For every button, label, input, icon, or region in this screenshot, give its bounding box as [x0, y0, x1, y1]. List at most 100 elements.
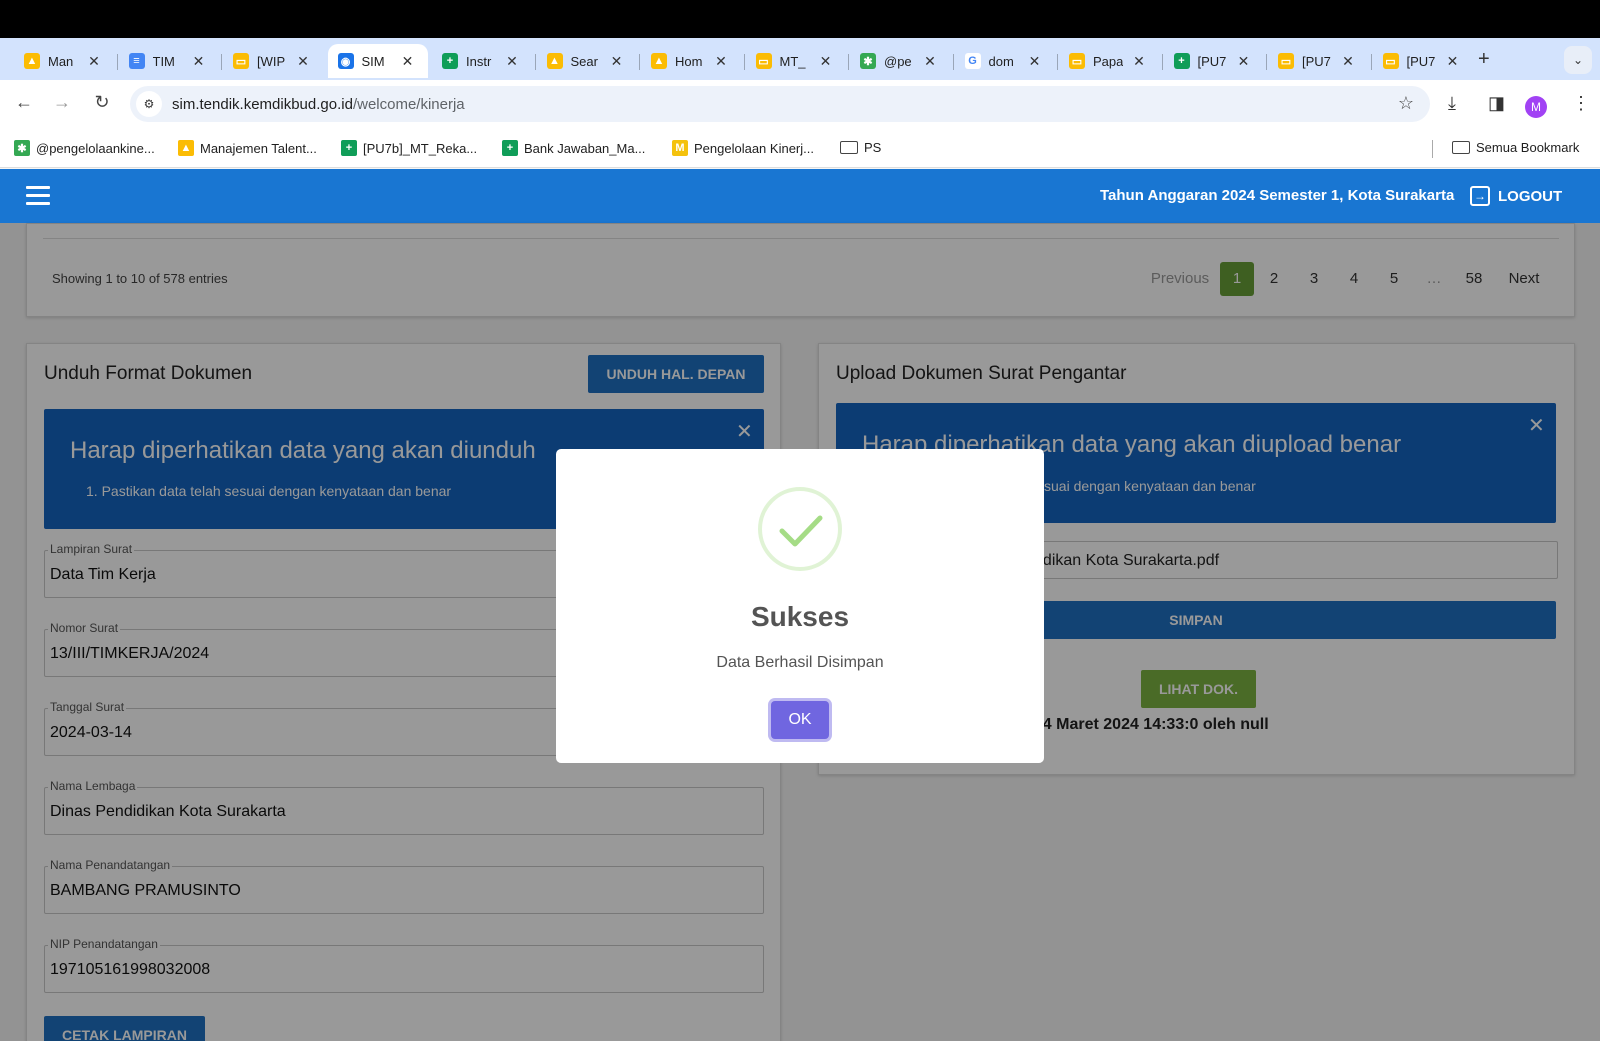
tab-title: [WIP [257, 53, 286, 69]
close-tab-icon[interactable]: ✕ [922, 53, 938, 70]
app-header: Tahun Anggaran 2024 Semester 1, Kota Sur… [0, 169, 1600, 223]
tab-separator [221, 54, 222, 70]
bookmark-icon: ▲ [178, 140, 194, 156]
bookmarks-divider [1432, 140, 1433, 158]
tab-title: dom [988, 53, 1014, 69]
google-drive-icon: ▲ [24, 53, 40, 69]
bookmark-item[interactable]: PS [840, 140, 881, 155]
close-tab-icon[interactable]: ✕ [400, 53, 416, 70]
tab-separator [952, 54, 954, 70]
browser-tab[interactable]: ▭ [WIP ✕ [223, 44, 324, 78]
dialog-title: Sukses [750, 601, 850, 632]
browser-tab[interactable]: ≡ TIM ✕ [119, 44, 220, 78]
bookmark-label: Manajemen Talent... [200, 140, 317, 156]
site-icon: ◉ [337, 53, 354, 69]
browser-tab[interactable]: ▲ Man ✕ [14, 44, 115, 78]
tab-separator [743, 54, 745, 70]
success-dialog: Sukses Data Berhasil Disimpan OK [556, 449, 1044, 763]
browser-tab[interactable]: + [PU7 ✕ [1164, 44, 1265, 78]
tab-separator [1161, 54, 1163, 70]
browser-tab[interactable]: ▭ Papa ✕ [1059, 44, 1160, 78]
forward-icon[interactable]: → [50, 92, 74, 113]
close-tab-icon[interactable]: ✕ [295, 53, 311, 70]
bookmark-label: Bank Jawaban_Ma... [524, 140, 646, 156]
menu-kebab-icon[interactable]: ⋮ [1572, 93, 1590, 114]
close-tab-icon[interactable]: ✕ [1131, 53, 1147, 70]
close-tab-icon[interactable]: ✕ [86, 53, 102, 70]
google-slides-icon: ▭ [1278, 53, 1294, 69]
browser-toolbar: ← → ↻ ⚙ sim.tendik.kemdikbud.go.id/welco… [0, 80, 1600, 128]
tab-title: [PU7 [1302, 53, 1331, 69]
logout-button[interactable]: → LOGOUT [1470, 186, 1562, 206]
bookmark-icon: + [502, 140, 518, 156]
site-info-icon[interactable]: ⚙ [136, 91, 162, 117]
tab-title: [PU7 [1406, 53, 1436, 69]
bookmark-item[interactable]: ✱ @pengelolaankine... [14, 140, 155, 156]
tab-title: Sear [570, 53, 598, 69]
close-tab-icon[interactable]: ✕ [1027, 53, 1043, 70]
tab-separator [848, 54, 849, 70]
url-text: sim.tendik.kemdikbud.go.id/welcome/kiner… [172, 95, 465, 113]
tab-strip: ▲ Man ✕ ≡ TIM ✕ ▭ [WIP ✕ ◉ SIM ✕ + Instr ✕ ▲ Sear ✕ ▲ Hom ✕ ▭… [0, 38, 1600, 80]
dialog-message: Data Berhasil Disimpan [716, 654, 884, 671]
tab-separator [534, 54, 536, 70]
google-sheets-icon: + [1173, 53, 1190, 69]
close-tab-icon[interactable]: ✕ [609, 53, 625, 70]
all-bookmarks-label: Semua Bookmark [1476, 140, 1580, 155]
bookmark-label: [PU7b]_MT_Reka... [363, 140, 478, 156]
bookmark-item[interactable]: ▲ Manajemen Talent... [178, 140, 317, 156]
tab-title: Papa [1093, 53, 1123, 69]
os-top-bar [0, 0, 1600, 38]
tab-title: Instr [466, 53, 492, 69]
browser-tab[interactable]: ◉ SIM ✕ [327, 44, 428, 78]
google-slides-icon: ▭ [233, 53, 249, 69]
browser-tab[interactable]: ▭ MT_ ✕ [746, 44, 847, 78]
bookmarks-bar: Semua Bookmark ✱ @pengelolaankine... ▲ Mana… [0, 128, 1600, 168]
bookmark-label: PS [864, 140, 882, 155]
tab-title: TIM [152, 53, 175, 69]
bookmark-item[interactable]: M Pengelolaan Kinerj... [672, 140, 814, 156]
browser-tab[interactable]: ▲ Sear ✕ [537, 44, 638, 78]
browser-tab[interactable]: ▭ [PU7 ✕ [1373, 44, 1474, 78]
close-tab-icon[interactable]: ✕ [1236, 53, 1252, 70]
browser-tab[interactable]: ▭ [PU7 ✕ [1268, 44, 1369, 78]
success-check-icon [758, 487, 842, 571]
header-info: Tahun Anggaran 2024 Semester 1, Kota Sur… [1100, 187, 1455, 204]
browser-tab[interactable]: ▲ Hom ✕ [641, 44, 742, 78]
tab-separator [1370, 54, 1372, 70]
browser-tab[interactable]: + Instr ✕ [432, 44, 533, 78]
back-icon[interactable]: ← [12, 92, 36, 113]
google-drive-icon: ▲ [651, 53, 667, 69]
bookmark-item[interactable]: + Bank Jawaban_Ma... [502, 140, 645, 156]
new-tab-button[interactable]: + [1478, 48, 1490, 71]
close-tab-icon[interactable]: ✕ [713, 53, 729, 70]
tab-title: @pe [884, 53, 912, 69]
folder-icon [1452, 141, 1470, 154]
google-icon: G [964, 53, 981, 69]
reload-icon[interactable]: ↻ [90, 92, 114, 113]
tab-separator [116, 54, 118, 70]
browser-tab[interactable]: ✱ @pe ✕ [850, 44, 951, 78]
logout-label: LOGOUT [1498, 187, 1563, 205]
browser-tab[interactable]: Gdom ✕ [955, 44, 1056, 78]
close-tab-icon[interactable]: ✕ [1445, 53, 1461, 70]
close-tab-icon[interactable]: ✕ [504, 53, 520, 70]
bookmark-item[interactable]: + [PU7b]_MT_Reka... [341, 140, 477, 156]
side-panel-icon[interactable]: ◨ [1488, 93, 1505, 114]
ok-button[interactable]: OK [771, 701, 829, 739]
bookmark-label: Pengelolaan Kinerj... [694, 140, 814, 156]
all-bookmarks-folder[interactable]: Semua Bookmark [1452, 140, 1579, 155]
bookmark-icon: M [672, 140, 688, 156]
profile-avatar[interactable]: M [1525, 96, 1547, 118]
bookmark-icon: ✱ [14, 140, 30, 156]
address-bar[interactable]: ⚙ sim.tendik.kemdikbud.go.id/welcome/kin… [130, 86, 1430, 122]
close-tab-icon[interactable]: ✕ [1340, 53, 1356, 70]
close-tab-icon[interactable]: ✕ [191, 53, 207, 70]
tab-separator [1266, 54, 1267, 70]
bookmark-star-icon[interactable]: ☆ [1398, 93, 1414, 114]
tab-search-button[interactable]: ⌄ [1564, 46, 1592, 74]
logout-icon: → [1470, 186, 1490, 206]
hamburger-menu-icon[interactable] [26, 186, 50, 206]
download-icon[interactable]: ⤓ [1448, 93, 1456, 114]
close-tab-icon[interactable]: ✕ [818, 53, 834, 70]
